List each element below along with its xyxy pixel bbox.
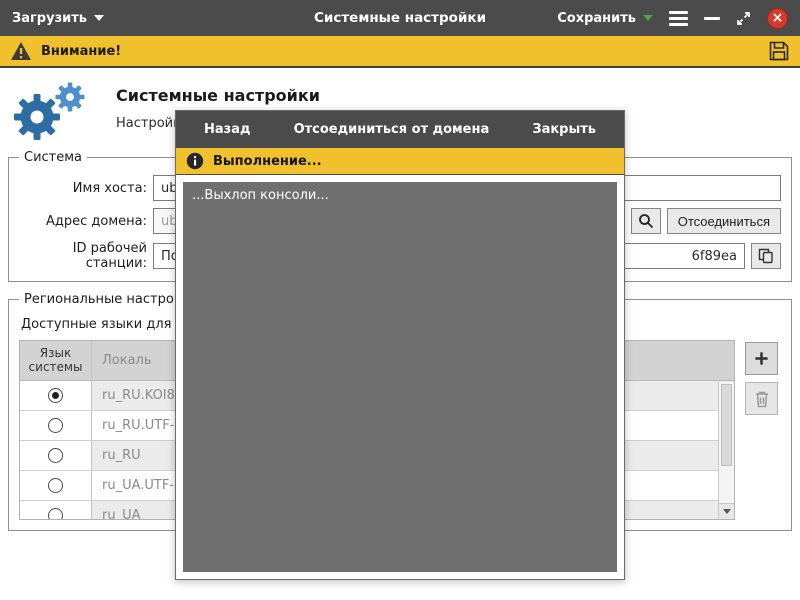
workstation-id-value-end: 6f89ea: [691, 248, 737, 264]
close-window-icon[interactable]: ×: [767, 7, 788, 29]
system-group-legend: Система: [24, 150, 83, 165]
dialog-status-bar: Выполнение...: [176, 148, 624, 175]
language-radio-cell[interactable]: [20, 441, 92, 470]
delete-language-button[interactable]: [745, 382, 778, 415]
warning-text: Внимание!: [41, 43, 122, 59]
column-header-system-language: Язык системы: [20, 341, 92, 380]
gears-icon: [10, 78, 98, 144]
hostname-label: Имя хоста:: [72, 180, 147, 196]
load-menu-button[interactable]: Загрузить: [12, 11, 104, 26]
domain-label: Адрес домена:: [45, 213, 147, 229]
chevron-down-icon: [643, 15, 653, 21]
load-menu-label: Загрузить: [12, 10, 87, 26]
copy-button[interactable]: [751, 243, 781, 269]
system-language-radio[interactable]: [48, 478, 63, 493]
expand-icon[interactable]: [736, 11, 751, 26]
warning-bar: Внимание!: [0, 36, 800, 68]
copy-icon: [758, 248, 774, 264]
language-radio-cell[interactable]: [20, 471, 92, 500]
scrollbar-down-button[interactable]: [719, 503, 734, 519]
console-text: ...Выхлоп консоли...: [192, 188, 329, 203]
table-scrollbar[interactable]: [718, 382, 734, 519]
save-menu-label: Сохранить: [557, 10, 636, 26]
page-title: Системные настройки: [116, 86, 320, 105]
info-icon: [186, 152, 204, 170]
disconnect-button[interactable]: Отсоединиться: [666, 208, 781, 234]
chevron-down-icon: [94, 15, 104, 21]
arrow-down-icon: [722, 509, 731, 514]
language-radio-cell[interactable]: [20, 381, 92, 410]
language-radio-cell[interactable]: [20, 501, 92, 519]
add-language-button[interactable]: [745, 342, 778, 375]
window-title: Системные настройки: [313, 10, 487, 26]
status-text: Выполнение...: [213, 153, 322, 169]
save-menu-button[interactable]: Сохранить: [557, 11, 653, 26]
system-language-radio[interactable]: [48, 448, 63, 463]
system-settings-app: { "titlebar": { "load": "Загрузить", "ti…: [0, 0, 800, 600]
console-output: ...Выхлоп консоли...: [183, 182, 617, 572]
system-language-radio[interactable]: [48, 508, 63, 519]
system-language-radio[interactable]: [48, 418, 63, 433]
scrollbar-thumb[interactable]: [721, 384, 732, 466]
back-button[interactable]: Назад: [204, 122, 250, 137]
plus-icon: [754, 351, 769, 366]
workstation-id-label: ID рабочей станции:: [72, 241, 147, 271]
close-dialog-button[interactable]: Закрыть: [532, 122, 596, 137]
dialog-header: Назад Отсоединиться от домена Закрыть: [176, 111, 624, 148]
system-language-radio[interactable]: [48, 388, 63, 403]
warning-triangle-icon: [10, 41, 32, 61]
titlebar: Загрузить Системные настройки Сохранить …: [0, 0, 800, 36]
minimize-icon[interactable]: [704, 16, 720, 20]
trash-icon: [754, 390, 770, 408]
dialog-title: Отсоединиться от домена: [293, 122, 490, 137]
search-icon: [638, 213, 654, 229]
language-radio-cell[interactable]: [20, 411, 92, 440]
disconnect-button-label: Отсоединиться: [677, 213, 770, 229]
console-dialog: Назад Отсоединиться от домена Закрыть Вы…: [175, 110, 625, 580]
hamburger-menu-icon[interactable]: [669, 10, 688, 26]
search-domain-button[interactable]: [630, 208, 661, 234]
save-file-icon[interactable]: [768, 40, 790, 62]
